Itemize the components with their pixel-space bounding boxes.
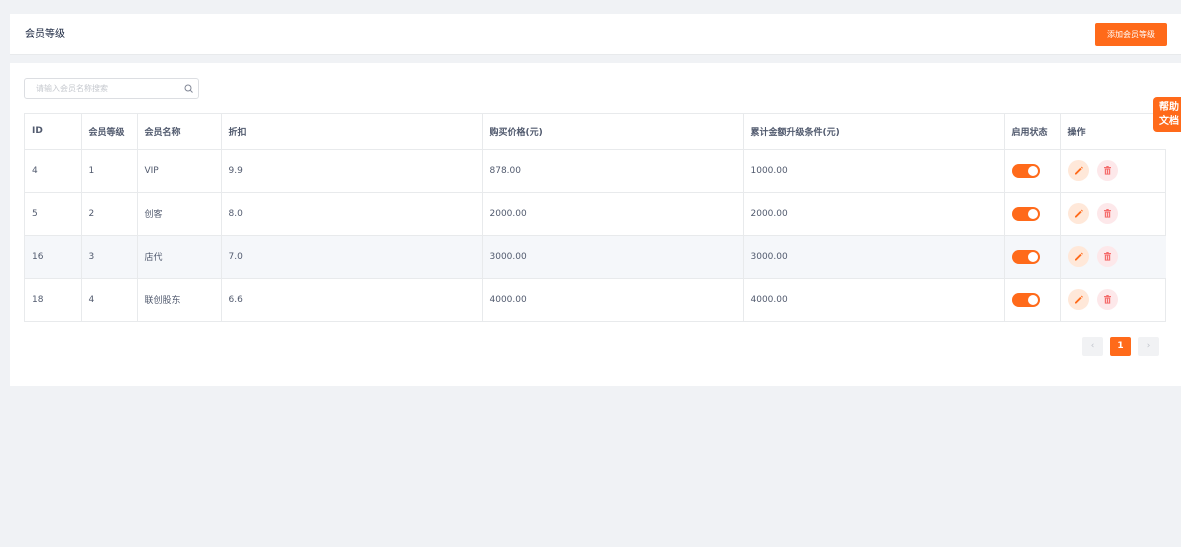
column-header-upgrade: 累计金额升级条件(元): [743, 114, 1005, 150]
header-card: 会员等级 添加会员等级: [10, 14, 1181, 55]
search-box[interactable]: [24, 78, 199, 99]
status-toggle[interactable]: [1011, 249, 1040, 264]
table-header-row: ID 会员等级 会员名称 折扣 购买价格(元) 累计金额升级条件(元) 启用状态…: [25, 114, 1166, 150]
table-row: 4 1 VIP 9.9 878.00 1000.00: [25, 149, 1166, 193]
cell-id: 18: [25, 278, 82, 322]
cell-price: 4000.00: [482, 278, 744, 322]
pencil-icon: [1074, 295, 1083, 304]
column-header-name: 会员名称: [137, 114, 222, 150]
cell-price: 878.00: [482, 149, 744, 193]
cell-upgrade: 1000.00: [743, 149, 1005, 193]
cell-name: 联创股东: [137, 278, 222, 322]
page-title: 会员等级: [25, 29, 65, 40]
toggle-knob: [1027, 165, 1038, 176]
cell-upgrade: 2000.00: [743, 192, 1005, 236]
delete-button[interactable]: [1097, 203, 1119, 224]
status-toggle[interactable]: [1011, 292, 1040, 307]
cell-level: 3: [81, 235, 138, 279]
cell-discount: 9.9: [221, 149, 483, 193]
toggle-knob: [1027, 208, 1038, 219]
cell-status: [1004, 149, 1061, 193]
cell-price: 2000.00: [482, 192, 744, 236]
cell-id: 5: [25, 192, 82, 236]
status-toggle[interactable]: [1011, 163, 1040, 178]
trash-icon: [1104, 295, 1112, 304]
trash-icon: [1104, 209, 1112, 218]
cell-name: VIP: [137, 149, 222, 193]
pagination-prev-button[interactable]: ‹: [1082, 337, 1103, 356]
toggle-knob: [1027, 251, 1038, 262]
member-level-table: ID 会员等级 会员名称 折扣 购买价格(元) 累计金额升级条件(元) 启用状态…: [24, 113, 1166, 322]
help-docs-tab[interactable]: 帮助文档: [1153, 97, 1181, 132]
cell-id: 16: [25, 235, 82, 279]
search-icon[interactable]: [184, 84, 193, 93]
column-header-price: 购买价格(元): [482, 114, 744, 150]
cell-name: 店代: [137, 235, 222, 279]
cell-actions: [1060, 235, 1166, 279]
cell-status: [1004, 278, 1061, 322]
cell-upgrade: 3000.00: [743, 235, 1005, 279]
edit-button[interactable]: [1067, 246, 1089, 267]
cell-discount: 6.6: [221, 278, 483, 322]
pagination-page-1[interactable]: 1: [1110, 337, 1131, 356]
trash-icon: [1104, 166, 1112, 175]
delete-button[interactable]: [1097, 246, 1119, 267]
column-header-discount: 折扣: [221, 114, 483, 150]
cell-status: [1004, 235, 1061, 279]
column-header-id: ID: [25, 114, 82, 150]
table-row: 16 3 店代 7.0 3000.00 3000.00: [25, 235, 1166, 279]
table-row: 5 2 创客 8.0 2000.00 2000.00: [25, 192, 1166, 236]
table-row: 18 4 联创股东 6.6 4000.00 4000.00: [25, 278, 1166, 322]
cell-actions: [1060, 149, 1166, 193]
cell-discount: 7.0: [221, 235, 483, 279]
delete-button[interactable]: [1097, 289, 1119, 310]
toggle-knob: [1027, 294, 1038, 305]
cell-actions: [1060, 278, 1166, 322]
cell-level: 1: [81, 149, 138, 193]
status-toggle[interactable]: [1011, 206, 1040, 221]
cell-level: 4: [81, 278, 138, 322]
column-header-level: 会员等级: [81, 114, 138, 150]
cell-status: [1004, 192, 1061, 236]
edit-button[interactable]: [1067, 160, 1089, 181]
cell-name: 创客: [137, 192, 222, 236]
delete-button[interactable]: [1097, 160, 1119, 181]
cell-id: 4: [25, 149, 82, 193]
trash-icon: [1104, 252, 1112, 261]
search-input[interactable]: [25, 79, 180, 98]
cell-level: 2: [81, 192, 138, 236]
pencil-icon: [1074, 209, 1083, 218]
column-header-status: 启用状态: [1004, 114, 1061, 150]
cell-upgrade: 4000.00: [743, 278, 1005, 322]
cell-discount: 8.0: [221, 192, 483, 236]
column-header-actions: 操作: [1060, 114, 1166, 150]
add-member-level-button[interactable]: 添加会员等级: [1095, 23, 1167, 46]
pencil-icon: [1074, 166, 1083, 175]
pagination-next-button[interactable]: ›: [1138, 337, 1159, 356]
cell-actions: [1060, 192, 1166, 236]
edit-button[interactable]: [1067, 203, 1089, 224]
main-card: ID 会员等级 会员名称 折扣 购买价格(元) 累计金额升级条件(元) 启用状态…: [10, 63, 1181, 386]
edit-button[interactable]: [1067, 289, 1089, 310]
cell-price: 3000.00: [482, 235, 744, 279]
pencil-icon: [1074, 252, 1083, 261]
